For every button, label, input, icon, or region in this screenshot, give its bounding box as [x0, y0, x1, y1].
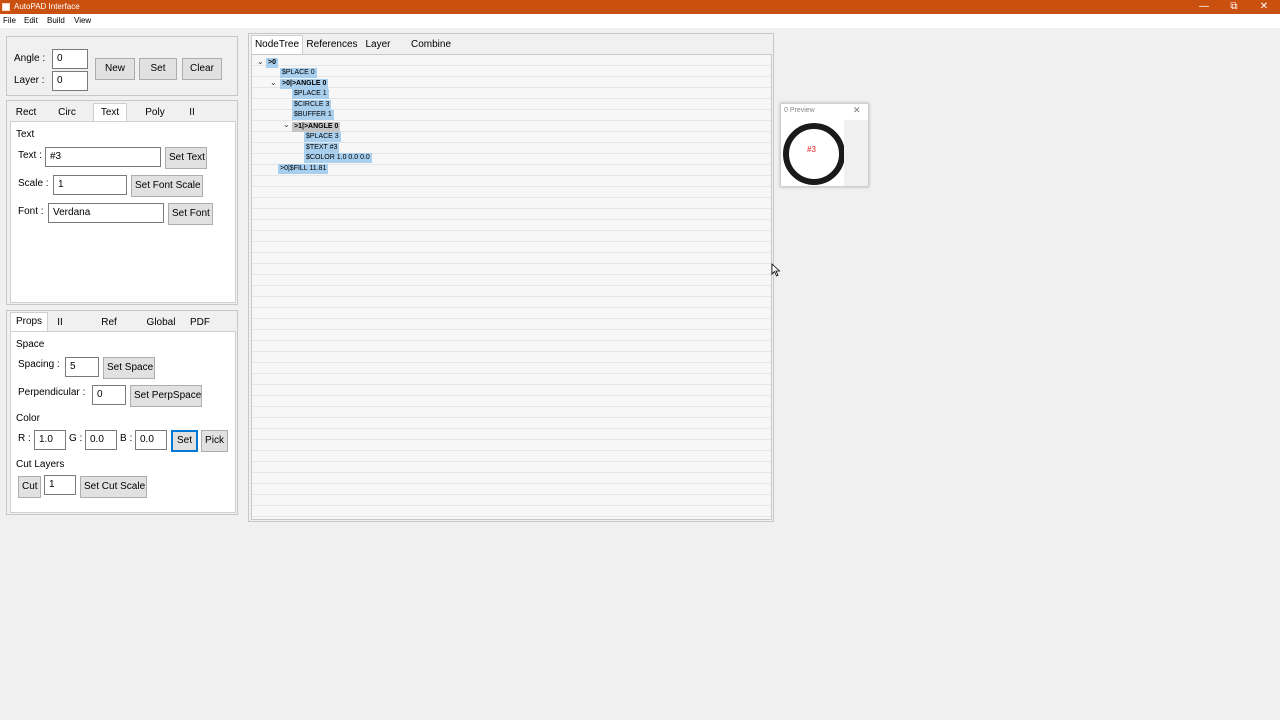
tab-ref[interactable]: Ref [97, 314, 121, 332]
set-cut-scale-button[interactable]: Set Cut Scale [80, 476, 147, 498]
font-input[interactable]: Verdana [48, 203, 164, 223]
tab-global[interactable]: Global [143, 314, 179, 332]
clear-button[interactable]: Clear [182, 58, 222, 80]
tree-node[interactable]: $BUFFER 1 [292, 110, 334, 120]
set-color-button[interactable]: Set [171, 430, 198, 452]
b-input[interactable]: 0.0 [135, 430, 167, 450]
window-title: AutoPAD Interface [14, 2, 80, 11]
tree-panel: NodeTree References Layer Combine ⌄ >0 $… [248, 33, 774, 522]
text-tab-body: Text Text : #3 Set Text Scale : 1 Set Fo… [10, 121, 236, 303]
new-button[interactable]: New [95, 58, 135, 80]
tree-node[interactable]: >0|>ANGLE 0 [280, 79, 329, 89]
text-label: Text : [18, 150, 42, 161]
expand-chevron-icon[interactable]: ⌄ [257, 57, 264, 66]
cut-layers-group-label: Cut Layers [16, 459, 65, 470]
perpendicular-label: Perpendicular : [18, 387, 86, 398]
set-font-scale-button[interactable]: Set Font Scale [131, 175, 203, 197]
spacing-label: Spacing : [18, 359, 60, 370]
tab-props[interactable]: Props [10, 312, 48, 332]
top-controls-panel: Angle : 0 Layer : 0 New Set Clear [6, 36, 238, 96]
tree-node[interactable]: >0|$FILL 11.81 [278, 164, 329, 174]
shape-tabs-panel: Rect Circ Text Poly II Text Text : #3 Se… [6, 100, 238, 305]
props-tab-body: Space Spacing : 5 Set Space Perpendicula… [10, 331, 236, 513]
tab-layer[interactable]: Layer [363, 36, 393, 54]
tab-nodetree[interactable]: NodeTree [251, 35, 303, 54]
b-label: B : [120, 433, 133, 444]
g-label: G : [69, 433, 83, 444]
r-input[interactable]: 1.0 [34, 430, 66, 450]
restore-button[interactable]: ⧉ [1219, 0, 1249, 14]
minimize-button[interactable]: — [1189, 0, 1219, 14]
tab-pdf[interactable]: PDF [187, 314, 213, 332]
menu-file[interactable]: File [3, 16, 16, 26]
preview-canvas: #3 [782, 120, 845, 186]
menu-bar: File Edit Build View [0, 14, 1280, 28]
preview-title: 0 Preview [784, 107, 815, 114]
menu-build[interactable]: Build [47, 16, 65, 26]
set-space-button[interactable]: Set Space [103, 357, 155, 379]
pick-color-button[interactable]: Pick [201, 430, 228, 452]
app-icon [2, 3, 10, 11]
preview-close-icon[interactable]: ✕ [853, 105, 861, 116]
set-font-button[interactable]: Set Font [168, 203, 213, 225]
tab-poly[interactable]: Poly [141, 104, 169, 122]
tab-references[interactable]: References [305, 36, 359, 54]
text-group-label: Text [16, 129, 35, 140]
cut-button[interactable]: Cut [18, 476, 41, 498]
mouse-cursor-icon [771, 263, 781, 277]
scale-input[interactable]: 1 [53, 175, 127, 195]
tree-node[interactable]: >1|>ANGLE 0 [292, 122, 341, 132]
preview-text: #3 [807, 145, 816, 154]
layer-label: Layer : [14, 75, 45, 86]
layer-input[interactable]: 0 [52, 71, 88, 91]
spacing-input[interactable]: 5 [65, 357, 99, 377]
preview-window[interactable]: 0 Preview ✕ #3 [780, 103, 869, 187]
tab-text[interactable]: Text [93, 103, 127, 122]
tree-node[interactable]: $CIRCLE 3 [292, 100, 332, 110]
perpendicular-input[interactable]: 0 [92, 385, 126, 405]
set-text-button[interactable]: Set Text [165, 147, 207, 169]
expand-chevron-icon[interactable]: ⌄ [270, 78, 277, 87]
tree-node[interactable]: >0 [266, 58, 278, 68]
set-button[interactable]: Set [139, 58, 177, 80]
props-tabs-panel: Props II Ref Global PDF Space Spacing : … [6, 310, 238, 515]
close-button[interactable]: ✕ [1249, 0, 1279, 14]
font-label: Font : [18, 206, 44, 217]
title-bar: AutoPAD Interface — ⧉ ✕ [0, 0, 1280, 14]
tab-props-ii[interactable]: II [53, 314, 67, 332]
g-input[interactable]: 0.0 [85, 430, 117, 450]
tree-node[interactable]: $TEXT #3 [304, 143, 340, 153]
preview-side [844, 120, 868, 186]
angle-label: Angle : [14, 53, 46, 64]
scale-label: Scale : [18, 178, 49, 189]
tab-circ[interactable]: Circ [53, 104, 81, 122]
cut-input[interactable]: 1 [44, 475, 76, 495]
expand-chevron-icon[interactable]: ⌄ [283, 120, 290, 129]
menu-view[interactable]: View [74, 16, 91, 26]
tree-node[interactable]: $PLACE 3 [304, 132, 341, 142]
tree-node[interactable]: $PLACE 0 [280, 68, 317, 78]
color-group-label: Color [16, 413, 40, 424]
tree-node[interactable]: $COLOR 1.0 0.0 0.0 [304, 153, 372, 163]
set-perpspace-button[interactable]: Set PerpSpace [130, 385, 202, 407]
tab-combine[interactable]: Combine [407, 36, 455, 54]
space-group-label: Space [16, 339, 45, 350]
menu-edit[interactable]: Edit [24, 16, 38, 26]
tab-ii[interactable]: II [183, 104, 201, 122]
tree-node[interactable]: $PLACE 1 [292, 89, 329, 99]
text-input[interactable]: #3 [45, 147, 161, 167]
angle-input[interactable]: 0 [52, 49, 88, 69]
node-tree-view[interactable]: ⌄ >0 $PLACE 0 ⌄ >0|>ANGLE 0 $PLACE 1 $CI… [251, 54, 772, 520]
tab-rect[interactable]: Rect [11, 104, 41, 122]
r-label: R : [18, 433, 31, 444]
